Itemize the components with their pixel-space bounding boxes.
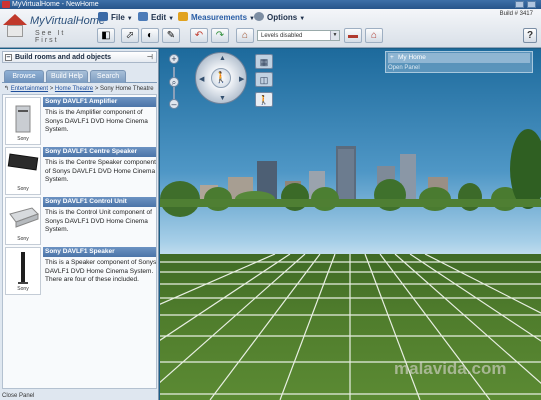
item-title: Sony DAVLF1 Control Unit	[43, 197, 156, 207]
edit-icon	[138, 12, 148, 21]
close-window-button[interactable]	[527, 1, 536, 8]
zoom-in-button[interactable]: +	[169, 54, 179, 64]
brush-tool-button[interactable]: ✎	[162, 28, 180, 43]
help-button[interactable]: ?	[523, 28, 537, 43]
tab-browse[interactable]: Browse	[4, 70, 44, 83]
file-icon	[98, 12, 108, 21]
close-panel-link[interactable]: Close Panel	[2, 393, 34, 399]
walk-view-button[interactable]: 🚶	[255, 92, 273, 107]
amplifier-thumbnail: Sony	[5, 97, 41, 145]
redo-icon: ↷	[215, 30, 225, 41]
watermark: malavida.com	[394, 359, 507, 378]
breadcrumb-current: Sony Home Theatre	[100, 86, 154, 92]
item-description: This is the Control Unit component of So…	[45, 209, 152, 233]
menu-file[interactable]: File ▼	[98, 12, 133, 24]
item-title: Sony DAVLF1 Amplifier	[43, 97, 156, 107]
tab-build-help[interactable]: Build Help	[46, 70, 88, 83]
minimize-button[interactable]	[515, 1, 524, 8]
item-description: This is the Centre Speaker component of …	[45, 159, 156, 183]
object-list: Sony Sony DAVLF1 Amplifier This is the A…	[2, 94, 157, 389]
collapse-icon[interactable]: –	[5, 54, 12, 61]
paint-tool-button[interactable]: ◐	[141, 28, 159, 43]
brush-icon: ✎	[166, 30, 176, 41]
nav-up-arrow-icon[interactable]: ▲	[219, 55, 226, 62]
house-icon: ⌂	[370, 30, 378, 41]
item-description: This is a Speaker component of Sonys DAV…	[45, 259, 157, 283]
floorplan-icon: ▦	[259, 57, 269, 67]
menu-edit[interactable]: Edit ▼	[138, 12, 174, 24]
breadcrumb-arrow-icon: ↰	[4, 86, 10, 92]
app-icon	[2, 1, 10, 8]
control-unit-thumbnail: Sony	[5, 197, 41, 245]
breadcrumb: ↰ Entertainment > Home Theatre > Sony Ho…	[4, 86, 154, 92]
nav-down-arrow-icon[interactable]: ▼	[219, 95, 226, 102]
expand-icon[interactable]: +	[390, 53, 394, 63]
item-title: Sony DAVLF1 Speaker	[43, 247, 156, 257]
chevron-down-icon: ▼	[330, 31, 339, 40]
car-icon: ▬	[348, 30, 358, 41]
undo-icon: ↶	[194, 30, 204, 41]
menu-options[interactable]: Options ▼	[254, 12, 305, 24]
redo-button[interactable]: ↷	[211, 28, 229, 43]
wall-icon: ◧	[101, 30, 111, 41]
house-levels-icon: ⌂	[241, 30, 249, 41]
wall-tool-button[interactable]: ◧	[97, 28, 115, 43]
ruler-icon	[178, 12, 188, 21]
window-title: MyVirtualHome - NewHome	[12, 1, 99, 8]
list-item[interactable]: Sony Sony DAVLF1 Control Unit This is th…	[3, 196, 156, 246]
level-view-button[interactable]: ⌂	[236, 28, 254, 43]
panel-tabs: Browse Build Help Search	[2, 69, 157, 83]
right-panel-header: + My Home	[388, 53, 530, 63]
centre-speaker-thumbnail: Sony	[5, 147, 41, 195]
list-item[interactable]: Sony Sony DAVLF1 Centre Speaker This is …	[3, 146, 156, 196]
speaker-thumbnail: Sony	[5, 247, 41, 295]
menu-measurements[interactable]: Measurements ▼	[178, 12, 255, 24]
levels-select[interactable]: Levels disabled ▼	[257, 30, 340, 41]
zoom-lens-icon: ⌕	[169, 77, 179, 87]
item-title: Sony DAVLF1 Centre Speaker	[43, 147, 156, 157]
breadcrumb-entertainment[interactable]: Entertainment	[11, 86, 48, 92]
gear-icon	[254, 12, 264, 21]
list-item[interactable]: Sony Sony DAVLF1 Amplifier This is the A…	[3, 96, 156, 146]
right-panel[interactable]: + My Home Open Panel	[385, 51, 533, 73]
paint-icon: ◐	[146, 30, 154, 41]
perspective-view-button[interactable]: ◫	[255, 72, 273, 87]
undo-button[interactable]: ↶	[190, 28, 208, 43]
walk-person-icon[interactable]: 🚶	[211, 68, 231, 88]
tab-search[interactable]: Search	[90, 70, 126, 83]
logo-tagline: See It First	[35, 30, 66, 44]
select-tool-button[interactable]: ⬀	[121, 28, 139, 43]
breadcrumb-home-theatre[interactable]: Home Theatre	[55, 86, 93, 92]
plan-view-button[interactable]: ▦	[255, 54, 273, 69]
nav-left-arrow-icon[interactable]: ◀	[199, 75, 204, 83]
open-panel-link[interactable]: Open Panel	[388, 65, 420, 71]
build-number: Build # 3417	[499, 11, 533, 17]
cube-icon: ◫	[259, 75, 269, 85]
house-logo-icon	[3, 14, 27, 25]
zoom-out-button[interactable]: –	[169, 99, 179, 109]
navigation-pad[interactable]: ▲ ▼ ◀ ▶ 🚶	[195, 52, 247, 104]
nav-right-arrow-icon[interactable]: ▶	[239, 75, 244, 83]
walker-icon: 🚶	[258, 95, 270, 105]
logo-name: MyVirtualHome	[30, 15, 105, 27]
left-panel: – Build rooms and add objects ⊣ Browse B…	[0, 49, 159, 400]
list-item[interactable]: Sony Sony DAVLF1 Speaker This is a Speak…	[3, 246, 157, 296]
main-toolbar: MyVirtualHome See It First File ▼ Edit ▼ M…	[0, 9, 541, 48]
pin-icon[interactable]: ⊣	[147, 52, 153, 63]
pointer-icon: ⬀	[125, 30, 135, 41]
car-button[interactable]: ▬	[344, 28, 362, 43]
3d-viewport[interactable]: + ⌕ – ▲ ▼ ◀ ▶ 🚶 ▦ ◫ 🚶 malavida.com	[160, 49, 541, 400]
item-description: This is the Amplifier component of Sonys…	[45, 109, 148, 133]
panel-header: – Build rooms and add objects ⊣	[2, 51, 157, 63]
app-logo: MyVirtualHome See It First	[3, 11, 105, 45]
window-titlebar: MyVirtualHome - NewHome	[0, 0, 541, 9]
home-button[interactable]: ⌂	[365, 28, 383, 43]
